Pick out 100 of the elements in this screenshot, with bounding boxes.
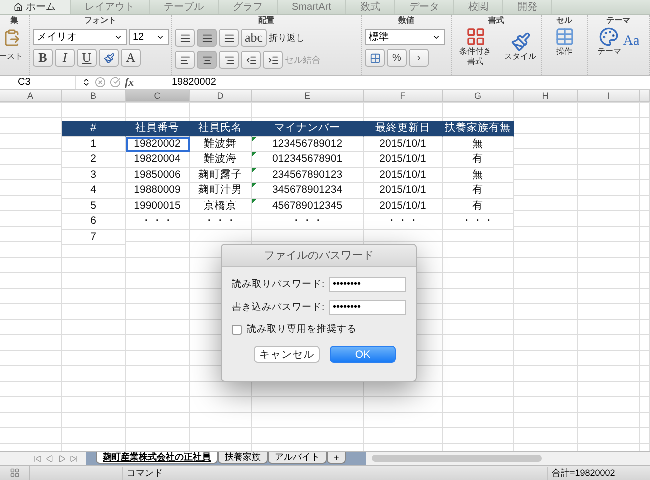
table-cell: 2015/10/1	[364, 198, 443, 214]
currency-button[interactable]	[365, 49, 385, 67]
conditional-format-button[interactable]: 条件付き書式	[456, 27, 494, 67]
table-cell: 012345678901	[252, 152, 364, 168]
confirm-icon[interactable]	[110, 77, 121, 88]
sheet-tab[interactable]: 麹町産業株式会社の正社員	[96, 452, 218, 464]
sheet-tab[interactable]: アルバイト	[268, 452, 327, 464]
table-cell: 19820002	[126, 136, 190, 152]
brush-icon	[510, 32, 530, 52]
add-sheet-button[interactable]: +	[327, 452, 346, 464]
previous-sheet-icon[interactable]	[46, 454, 54, 462]
table-icon	[554, 27, 574, 47]
cell-actions-button[interactable]: 操作	[554, 27, 574, 57]
font-size-field[interactable]: 12	[129, 29, 169, 45]
horizontal-align-button[interactable]	[175, 51, 195, 69]
recommend-readonly-checkbox[interactable]: 読み取り専用を推奨する	[232, 323, 406, 336]
table-cell: 19850006	[126, 168, 190, 183]
indent-icon	[268, 54, 278, 66]
theme-button[interactable]: テーマ	[597, 27, 622, 57]
cancel-icon[interactable]	[95, 77, 106, 88]
horizontal-align-button[interactable]	[219, 51, 239, 69]
clipboard-icon[interactable]	[3, 29, 21, 47]
column-header[interactable]: C	[126, 90, 190, 102]
scrollbar-thumb[interactable]	[372, 455, 542, 462]
column-header[interactable]: G	[443, 90, 514, 102]
table-cell: 有	[443, 152, 514, 168]
number-format-field[interactable]: 標準	[365, 29, 445, 45]
column-header[interactable]: H	[514, 90, 578, 102]
percent-button[interactable]: %	[387, 49, 407, 67]
paste-label[interactable]: ースト	[0, 51, 23, 62]
vertical-align-button[interactable]	[175, 29, 195, 47]
password-field[interactable]: ••••••••	[329, 300, 406, 315]
password-field[interactable]: ••••••••	[329, 277, 406, 292]
group-title: フォント	[84, 15, 116, 27]
vertical-align-button[interactable]	[197, 29, 217, 47]
group-title: 数値	[398, 15, 414, 27]
grid-icon	[466, 27, 486, 47]
table-cell: 19820004	[126, 152, 190, 168]
table-cell: 難波海	[190, 152, 252, 168]
vertical-align-button[interactable]	[219, 29, 239, 47]
dialog-title: ファイルのパスワード	[222, 245, 416, 267]
table-cell: 2015/10/1	[364, 168, 443, 183]
align-icon	[180, 54, 190, 66]
comma-button[interactable]: ›	[409, 49, 429, 67]
column-header[interactable]: A	[0, 90, 62, 102]
table-cell: 難波舞	[190, 136, 252, 152]
table-cell: 345678901234	[252, 183, 364, 198]
palette-icon	[599, 27, 620, 47]
table-cell: 456789012345	[252, 198, 364, 214]
table-cell: 7	[62, 230, 126, 245]
cancel-button[interactable]: キャンセル	[254, 346, 320, 363]
table-cell: 123456789012	[252, 136, 364, 152]
table-cell: 234567890123	[252, 168, 364, 183]
next-sheet-icon[interactable]	[58, 454, 66, 462]
table-cell: 2015/10/1	[364, 183, 443, 198]
wrap-text-button[interactable]: 折り返し	[269, 32, 306, 44]
table-cell: 有	[443, 183, 514, 198]
column-header[interactable]: F	[364, 90, 443, 102]
underline-button[interactable]: U	[77, 49, 97, 67]
group-title: 書式	[488, 15, 504, 27]
home-icon	[14, 2, 23, 12]
status-mode: コマンド	[122, 466, 407, 480]
function-button[interactable]: fx	[125, 76, 134, 88]
table-cell: 京橋京	[190, 198, 252, 214]
stepper-icon[interactable]	[82, 78, 91, 87]
table-header-cell: 社員氏名	[190, 121, 252, 136]
outdent-button[interactable]	[241, 51, 261, 69]
column-header[interactable]: I	[578, 90, 640, 102]
lines-icon	[180, 32, 190, 44]
formula-field[interactable]: 19820002	[170, 77, 216, 88]
column-header[interactable]: E	[252, 90, 364, 102]
style-button[interactable]: スタイル	[504, 32, 536, 62]
field-label: 書き込みパスワード:	[232, 301, 325, 314]
fill-color-button[interactable]	[99, 49, 119, 67]
table-cell: 6	[62, 214, 126, 230]
table-cell: 2015/10/1	[364, 136, 443, 152]
table-cell: 2	[62, 152, 126, 168]
table-header-cell: 最終更新日	[364, 121, 443, 136]
bold-button[interactable]: B	[33, 49, 53, 67]
indent-button[interactable]	[263, 51, 283, 69]
field-label: 読み取りパスワード:	[232, 278, 325, 291]
group-title: 配置	[258, 15, 274, 27]
column-header[interactable]: B	[62, 90, 126, 102]
table-cell: 5	[62, 198, 126, 214]
column-header[interactable]: D	[190, 90, 252, 102]
font-color-button[interactable]: A	[121, 49, 141, 67]
first-sheet-icon[interactable]	[34, 454, 42, 462]
italic-button[interactable]: I	[55, 49, 75, 67]
status-sum: 合計=19820002	[547, 466, 647, 480]
ribbon-tab[interactable]: ホーム	[0, 0, 71, 14]
table-cell: 2015/10/1	[364, 152, 443, 168]
table-header-cell: 社員番号	[126, 121, 190, 136]
sheet-tab[interactable]: 扶養家族	[218, 452, 268, 464]
name-box[interactable]: C3	[0, 76, 76, 89]
horizontal-align-button[interactable]	[197, 51, 217, 69]
text-orientation-button[interactable]: abc	[241, 29, 268, 47]
font-name-field[interactable]: メイリオ	[33, 29, 127, 45]
last-sheet-icon[interactable]	[70, 454, 78, 462]
table-header-cell: マイナンバー	[252, 121, 364, 136]
theme-fonts-button[interactable]: Aa	[623, 34, 640, 50]
